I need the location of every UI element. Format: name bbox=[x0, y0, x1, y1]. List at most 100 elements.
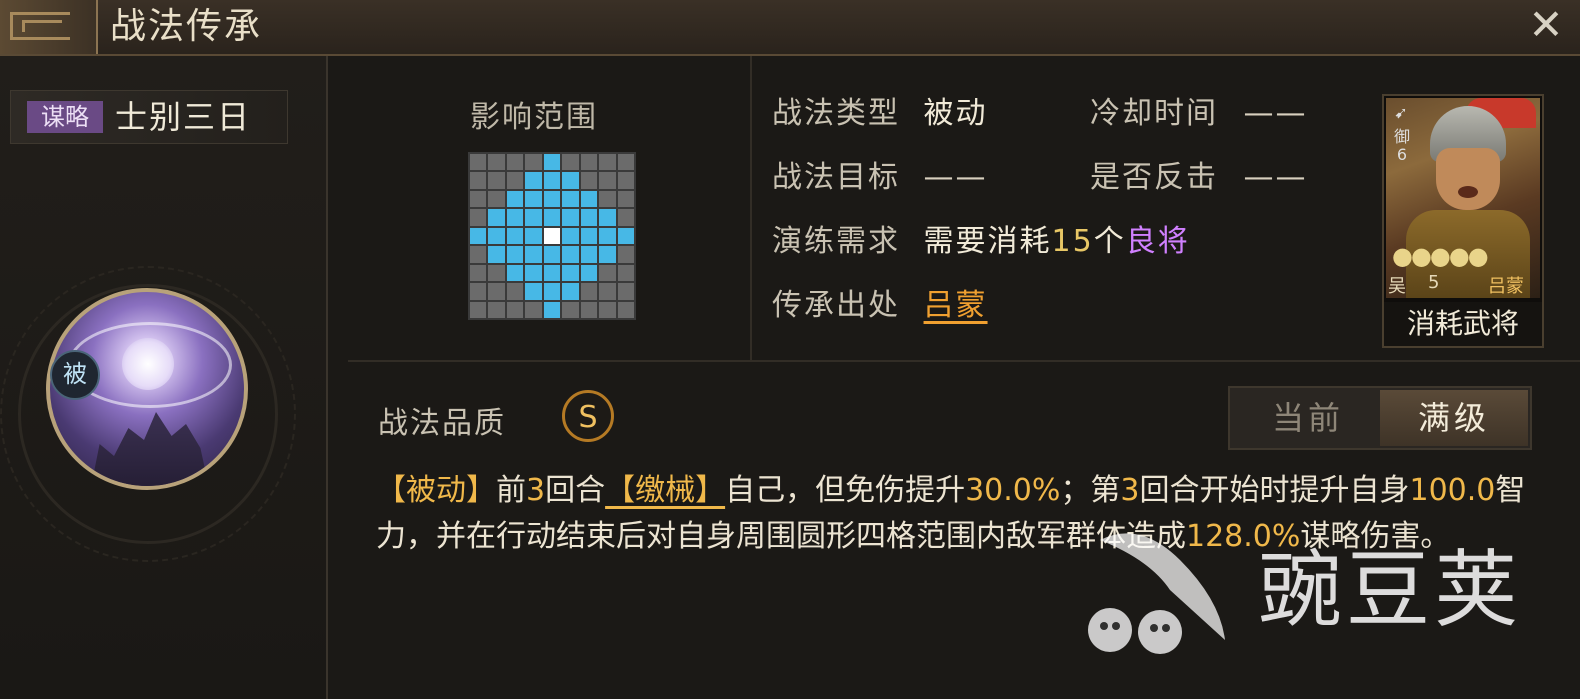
range-cell-active bbox=[525, 264, 542, 282]
close-icon[interactable]: ✕ bbox=[1524, 4, 1568, 48]
range-cell bbox=[488, 301, 505, 318]
arrow-icon: ➹ bbox=[1394, 103, 1408, 122]
range-cell-active bbox=[580, 209, 598, 226]
range-cell bbox=[506, 154, 524, 171]
range-cell-center bbox=[543, 227, 561, 245]
info-row-training: 演练需求 需要消耗15个良将 bbox=[772, 222, 1190, 262]
range-cell bbox=[617, 301, 634, 318]
desc-number: 30.0% bbox=[965, 473, 1061, 508]
range-cell bbox=[506, 301, 524, 318]
type-label: 战法类型 bbox=[772, 96, 900, 131]
range-cell bbox=[580, 301, 598, 318]
range-cell-active bbox=[562, 172, 579, 189]
desc-number: 3 bbox=[1120, 473, 1140, 508]
range-cell bbox=[470, 283, 487, 300]
train-unit: 个 bbox=[1093, 224, 1126, 259]
range-cell-active bbox=[562, 209, 579, 226]
target-value: —— bbox=[923, 160, 988, 195]
info-row-cooldown: 冷却时间 —— bbox=[1090, 94, 1308, 134]
star-rating: ●●●●● bbox=[1392, 242, 1489, 270]
range-cell bbox=[506, 172, 524, 189]
general-troop-cost: 御 6 bbox=[1392, 128, 1412, 164]
faction-label: 吴 bbox=[1388, 276, 1406, 297]
range-cell-active bbox=[543, 190, 561, 208]
type-value: 被动 bbox=[923, 96, 988, 131]
range-cell-active bbox=[562, 190, 579, 208]
range-cell-active bbox=[599, 227, 616, 245]
range-cell-active bbox=[470, 227, 487, 245]
range-cell bbox=[617, 172, 634, 189]
range-cell-active bbox=[543, 209, 561, 226]
title-bar: 战法传承 ✕ bbox=[0, 0, 1580, 56]
range-title: 影响范围 bbox=[470, 100, 598, 135]
range-cell bbox=[599, 190, 616, 208]
tab-current[interactable]: 当前 bbox=[1234, 390, 1382, 446]
range-cell-active bbox=[543, 283, 561, 300]
range-cell-active bbox=[525, 227, 542, 245]
range-cell-active bbox=[562, 283, 579, 300]
range-cell bbox=[488, 154, 505, 171]
desc-text: ；第 bbox=[1060, 473, 1121, 508]
range-cell-active bbox=[599, 246, 616, 263]
range-cell bbox=[617, 190, 634, 208]
desc-number: 100.0 bbox=[1409, 473, 1496, 508]
cost-value: 6 bbox=[1396, 145, 1408, 164]
counter-value: —— bbox=[1243, 160, 1308, 195]
cooldown-label: 冷却时间 bbox=[1090, 96, 1218, 131]
range-cell bbox=[470, 190, 487, 208]
range-cell-active bbox=[543, 154, 561, 171]
window-title: 战法传承 bbox=[110, 6, 263, 47]
cooldown-value: —— bbox=[1243, 96, 1308, 131]
train-num: 15 bbox=[1051, 224, 1094, 259]
range-cell bbox=[525, 154, 542, 171]
range-cell bbox=[488, 190, 505, 208]
quality-badge: S bbox=[562, 390, 614, 442]
range-cell bbox=[470, 154, 487, 171]
range-cell-active bbox=[543, 264, 561, 282]
range-cell-active bbox=[506, 227, 524, 245]
range-cell-active bbox=[525, 283, 542, 300]
desc-text: 回合开始时提升自身 bbox=[1139, 473, 1410, 508]
desc-text: 回合 bbox=[545, 473, 606, 508]
range-cell bbox=[599, 172, 616, 189]
source-label: 传承出处 bbox=[772, 288, 900, 323]
info-row-counter: 是否反击 —— bbox=[1090, 158, 1308, 198]
range-cell bbox=[562, 301, 579, 318]
general-card[interactable]: ➹ 御 6 ●●●●● 吴 5 吕蒙 消耗武将 bbox=[1382, 94, 1544, 348]
range-cell-active bbox=[506, 246, 524, 263]
range-cell bbox=[580, 172, 598, 189]
watermark-text: 豌豆荚 bbox=[1258, 541, 1523, 639]
skill-category-tag: 谋略 bbox=[27, 101, 103, 133]
range-cell bbox=[580, 283, 598, 300]
range-cell bbox=[488, 264, 505, 282]
range-cell bbox=[599, 301, 616, 318]
range-cell-active bbox=[525, 209, 542, 226]
skill-name-box: 谋略 士别三日 bbox=[10, 90, 288, 144]
desc-status-link[interactable]: 【缴械】 bbox=[605, 473, 725, 508]
range-cell-active bbox=[562, 227, 579, 245]
range-cell bbox=[470, 301, 487, 318]
title-ornament-icon bbox=[0, 0, 98, 54]
level-tabs: 当前 满级 bbox=[1228, 386, 1532, 450]
range-cell-active bbox=[543, 301, 561, 318]
quality-label: 战法品质 bbox=[378, 406, 506, 441]
range-cell-active bbox=[543, 246, 561, 263]
range-cell-active bbox=[525, 190, 542, 208]
range-cell-active bbox=[506, 190, 524, 208]
range-cell bbox=[562, 154, 579, 171]
range-cell-active bbox=[580, 190, 598, 208]
range-cell bbox=[488, 283, 505, 300]
range-cell-active bbox=[617, 227, 634, 245]
target-label: 战法目标 bbox=[772, 160, 900, 195]
range-cell bbox=[617, 283, 634, 300]
range-cell-active bbox=[488, 227, 505, 245]
train-label: 演练需求 bbox=[772, 224, 900, 259]
range-cell bbox=[599, 283, 616, 300]
troop-type: 御 bbox=[1393, 127, 1410, 146]
tab-max-level[interactable]: 满级 bbox=[1380, 390, 1528, 446]
train-grade: 良将 bbox=[1125, 224, 1190, 259]
range-cell bbox=[470, 209, 487, 226]
source-general-link[interactable]: 吕蒙 bbox=[924, 288, 988, 323]
skill-name: 士别三日 bbox=[115, 98, 252, 136]
general-caption: 消耗武将 bbox=[1384, 302, 1542, 346]
